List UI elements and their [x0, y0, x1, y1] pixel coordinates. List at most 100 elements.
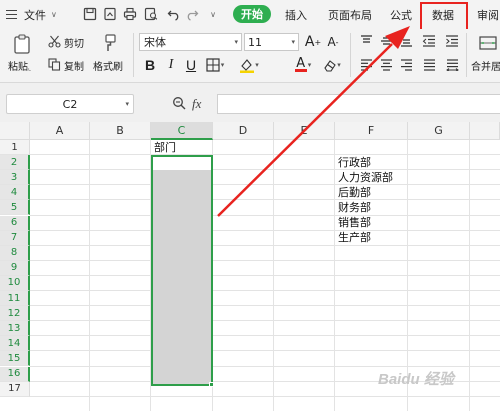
file-menu-label: 文件 [24, 8, 46, 22]
column-header-b[interactable]: B [90, 122, 151, 140]
column-header-g[interactable]: G [408, 122, 470, 140]
cell-f5[interactable]: 财务部 [338, 201, 371, 214]
underline-button[interactable]: U [183, 56, 199, 74]
align-middle-icon[interactable] [378, 34, 394, 48]
tab-home[interactable]: 开始 [233, 5, 271, 23]
align-left-icon[interactable] [358, 58, 374, 72]
font-color-icon[interactable]: A ▾ [292, 56, 314, 74]
increase-font-icon[interactable]: A + [305, 33, 321, 51]
selected-range[interactable] [151, 155, 213, 386]
copy-icon [47, 57, 61, 71]
merge-center-label[interactable]: 合并居 [471, 58, 500, 73]
row-header-16[interactable]: 16 [0, 366, 30, 382]
format-painter-label[interactable]: 格式刷 [93, 58, 123, 73]
row-header-6[interactable]: 6 [0, 215, 30, 231]
grid-line [30, 154, 500, 156]
grid-line [30, 365, 500, 367]
format-painter-icon[interactable] [99, 32, 121, 54]
row-header-15[interactable]: 15 [0, 351, 30, 367]
decrease-indent-icon[interactable] [421, 34, 437, 48]
tab-page-layout[interactable]: 页面布局 [328, 0, 372, 29]
font-name-select[interactable]: 宋体 ▾ [139, 33, 242, 51]
font-color-glyph: A [296, 56, 306, 71]
paste-button[interactable]: 粘贴⌞ [8, 58, 31, 73]
row-header-8[interactable]: 8 [0, 245, 30, 261]
column-header-e[interactable]: E [274, 122, 335, 140]
customize-toolbar-icon[interactable]: ∨ [205, 6, 221, 22]
bold-button[interactable]: B [142, 56, 158, 74]
clear-format-icon[interactable]: ▾ [320, 57, 344, 73]
save-icon[interactable] [82, 6, 98, 22]
cell-f3[interactable]: 人力资源部 [338, 171, 393, 184]
insert-function-button[interactable]: fx [192, 96, 201, 112]
row-header-7[interactable]: 7 [0, 230, 30, 246]
row-header-5[interactable]: 5 [0, 200, 30, 216]
grid-line [30, 259, 500, 261]
fill-handle[interactable] [209, 382, 214, 387]
column-header-f[interactable]: F [335, 122, 408, 140]
row-header-4[interactable]: 4 [0, 185, 30, 201]
tab-review[interactable]: 审阅 [477, 0, 499, 29]
fill-color-icon[interactable]: ▾ [236, 57, 262, 73]
row-header-10[interactable]: 10 [0, 275, 30, 291]
hamburger-icon [6, 10, 17, 19]
undo-icon[interactable] [166, 6, 182, 22]
row-header-13[interactable]: 13 [0, 321, 30, 337]
align-right-icon[interactable] [398, 58, 414, 72]
zoom-icon[interactable] [172, 96, 186, 113]
formula-input[interactable] [217, 94, 500, 114]
increase-indent-icon[interactable] [444, 34, 460, 48]
row-header-11[interactable]: 11 [0, 291, 30, 306]
column-header-overflow[interactable] [470, 122, 500, 140]
export-pdf-icon[interactable] [102, 6, 118, 22]
cut-button[interactable]: 剪切 [64, 35, 84, 50]
column-header-d[interactable]: D [213, 122, 274, 140]
font-name-value: 宋体 [144, 36, 166, 49]
cell-f4[interactable]: 后勤部 [338, 186, 371, 199]
print-icon[interactable] [122, 6, 138, 22]
align-top-icon[interactable] [358, 34, 374, 48]
name-box-value: C2 [62, 97, 78, 111]
redo-icon[interactable] [184, 6, 200, 22]
row-header-3[interactable]: 3 [0, 170, 30, 186]
tab-formulas[interactable]: 公式 [390, 0, 412, 29]
font-size-select[interactable]: 11 ▾ [244, 33, 299, 51]
chevron-down-icon: ∨ [51, 10, 57, 19]
grid-line [30, 335, 500, 337]
italic-button[interactable]: I [164, 56, 178, 74]
align-center-icon[interactable] [378, 58, 394, 72]
border-icon[interactable]: ▾ [204, 57, 226, 73]
row-header-2[interactable]: 2 [0, 155, 30, 171]
name-box[interactable]: C2 ▾ [6, 94, 134, 114]
select-all-corner[interactable] [0, 122, 30, 140]
cell-c1[interactable]: 部门 [154, 142, 176, 154]
ribbon-separator [466, 33, 467, 77]
active-cell[interactable] [153, 157, 211, 170]
paste-icon[interactable] [10, 32, 34, 56]
tab-insert[interactable]: 插入 [285, 0, 307, 29]
row-header-9[interactable]: 9 [0, 260, 30, 276]
copy-button[interactable]: 复制 [64, 58, 84, 73]
row-header-12[interactable]: 12 [0, 306, 30, 322]
row-header-17[interactable]: 17 [0, 381, 30, 397]
cell-f2[interactable]: 行政部 [338, 156, 371, 169]
distributed-align-icon[interactable] [444, 58, 460, 72]
decrease-font-icon[interactable]: A- [326, 33, 340, 51]
file-menu[interactable]: 文件 ∨ [6, 0, 57, 29]
row-header-14[interactable]: 14 [0, 336, 30, 352]
grid-line [30, 290, 500, 291]
cell-f7[interactable]: 生产部 [338, 232, 371, 244]
justify-icon[interactable] [421, 58, 437, 72]
cell-f6[interactable]: 销售部 [338, 217, 371, 229]
grid-line [30, 214, 500, 216]
row-header-1[interactable]: 1 [0, 140, 30, 155]
formula-bar: C2 ▾ fx [0, 83, 500, 122]
merge-center-icon[interactable] [478, 33, 498, 53]
grid-line [30, 244, 500, 246]
align-bottom-icon[interactable] [398, 34, 414, 48]
column-header-a[interactable]: A [30, 122, 90, 140]
watermark: Baidu 经验 [378, 371, 454, 388]
print-preview-icon[interactable] [143, 6, 159, 22]
column-header-c[interactable]: C [151, 122, 213, 140]
paste-label: 粘贴 [8, 62, 28, 73]
